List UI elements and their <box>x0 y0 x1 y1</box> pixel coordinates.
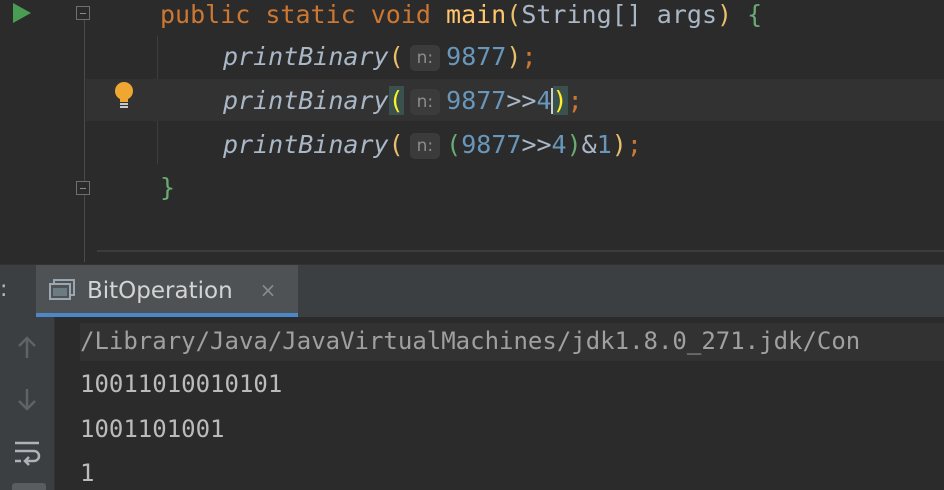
shift-operator: >> <box>506 86 537 115</box>
open-paren: ( <box>388 42 404 71</box>
editor-divider <box>97 250 944 252</box>
param-type: String[] <box>521 0 642 29</box>
run-header-prefix: : <box>0 277 8 302</box>
code-editor[interactable]: public static void main(String[] args) {… <box>0 0 944 262</box>
run-console[interactable]: /Library/Java/JavaVirtualMachines/jdk1.8… <box>0 317 944 490</box>
param-name: args <box>656 0 718 29</box>
argument-number: 9877 <box>446 42 507 71</box>
console-output-line: 1001101001 <box>80 415 225 443</box>
shift-amount: 4 <box>551 130 567 159</box>
method-name: main <box>446 0 507 29</box>
parameter-hint: n: <box>409 133 441 159</box>
close-paren: ) <box>611 130 627 159</box>
console-toolbar <box>0 317 55 490</box>
code-line-print-2[interactable]: printBinary(n: 9877>>4); <box>223 86 583 116</box>
open-paren: ( <box>388 130 404 159</box>
close-paren: ) <box>506 42 522 71</box>
console-output-line: 1 <box>80 459 95 487</box>
code-line-print-3[interactable]: printBinary(n: (9877>>4)&1); <box>223 130 642 160</box>
call-name: printBinary <box>223 42 389 71</box>
call-name: printBinary <box>223 130 389 159</box>
shift-operator: >> <box>521 130 552 159</box>
and-operator: & <box>581 130 597 159</box>
code-line-main-signature[interactable]: public static void main(String[] args) { <box>160 0 762 30</box>
console-output-line: 10011010010101 <box>80 370 283 398</box>
parameter-hint: n: <box>409 45 441 71</box>
inner-close-paren: ) <box>566 130 582 159</box>
close-icon[interactable]: × <box>258 279 278 301</box>
and-value: 1 <box>596 130 612 159</box>
semicolon: ; <box>521 42 537 71</box>
shift-amount: 4 <box>536 86 552 115</box>
arrow-down-icon[interactable] <box>12 385 42 415</box>
arrow-up-icon[interactable] <box>12 333 42 363</box>
argument-number: 9877 <box>461 130 522 159</box>
open-brace: { <box>747 0 763 29</box>
keyword-static: static <box>265 0 356 29</box>
fold-toggle-open-icon[interactable] <box>76 6 90 20</box>
keyword-void: void <box>370 0 431 29</box>
run-tool-window-header: : BitOperation × <box>0 264 944 317</box>
semicolon: ; <box>626 130 642 159</box>
close-paren: ) <box>717 0 733 29</box>
code-line-close-brace[interactable]: } <box>160 173 175 203</box>
run-gutter-icon[interactable] <box>13 3 31 23</box>
call-name: printBinary <box>223 86 389 115</box>
toolbar-more-button[interactable] <box>12 483 46 490</box>
argument-number: 9877 <box>446 86 507 115</box>
code-line-print-1[interactable]: printBinary(n: 9877); <box>223 42 537 72</box>
close-paren-matched: ) <box>552 86 568 115</box>
open-paren-matched: ( <box>388 86 404 115</box>
inner-open-paren: ( <box>446 130 462 159</box>
tab-label: BitOperation <box>87 278 233 304</box>
fold-guide <box>84 18 85 262</box>
console-icon <box>49 279 75 300</box>
console-command-line: /Library/Java/JavaVirtualMachines/jdk1.8… <box>80 327 861 355</box>
open-paren: ( <box>506 0 522 29</box>
tab-bitoperation[interactable]: BitOperation × <box>36 265 298 317</box>
close-brace: } <box>160 173 176 202</box>
semicolon: ; <box>567 86 583 115</box>
soft-wrap-icon[interactable] <box>12 437 42 467</box>
keyword-public: public <box>160 0 251 29</box>
lightbulb-icon[interactable] <box>113 81 135 109</box>
parameter-hint: n: <box>409 89 441 115</box>
fold-toggle-close-icon[interactable] <box>76 181 90 195</box>
